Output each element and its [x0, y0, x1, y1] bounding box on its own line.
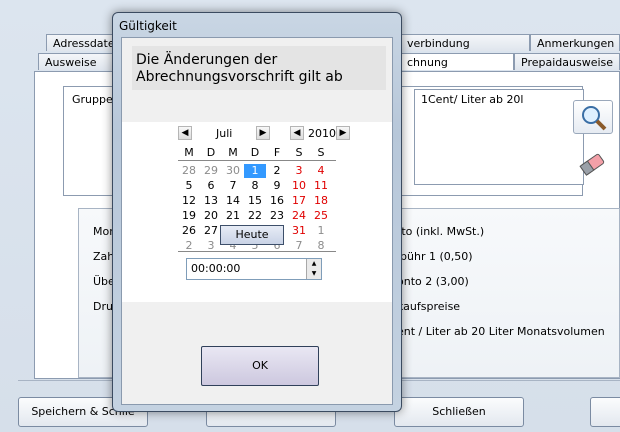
calendar-day[interactable]: 4 [310, 164, 332, 178]
weekday-header: F [273, 146, 281, 159]
calendar-day[interactable]: 17 [288, 194, 310, 208]
list-item[interactable]: 1Cent/ Liter ab 20l [421, 93, 524, 106]
calendar-day[interactable]: 21 [222, 209, 244, 223]
group-label: Gruppe [72, 93, 113, 106]
option-verkaufspreise[interactable]: kaufspreise [397, 300, 460, 313]
rule-listbox[interactable]: 1Cent/ Liter ab 20l [414, 89, 584, 185]
prev-year-button[interactable]: ◀ [290, 126, 304, 140]
calendar-day[interactable]: 10 [288, 179, 310, 193]
prev-month-button[interactable]: ◀ [178, 126, 192, 140]
calendar-day[interactable]: 29 [200, 164, 222, 178]
weekday-header: S [295, 146, 303, 159]
calendar-day[interactable]: 9 [266, 179, 288, 193]
extra-button[interactable] [590, 397, 620, 427]
tab-abrechnung[interactable]: chnung [400, 53, 514, 70]
ok-button[interactable]: OK [201, 346, 319, 386]
time-value: 00:00:00 [191, 262, 241, 275]
weekday-header: D [206, 146, 216, 159]
calendar-day[interactable]: 7 [222, 179, 244, 193]
calendar-day[interactable]: 13 [200, 194, 222, 208]
spin-down-icon[interactable]: ▼ [307, 269, 321, 279]
calendar-day[interactable]: 26 [178, 224, 200, 238]
magnifier-icon [582, 106, 607, 131]
calendar-day[interactable]: 15 [244, 194, 266, 208]
close-button[interactable]: Schließen [394, 397, 524, 427]
spin-up-icon[interactable]: ▲ [307, 259, 321, 269]
calendar-day[interactable]: 6 [200, 179, 222, 193]
eraser-icon [579, 153, 605, 176]
time-spinner[interactable]: ▲ ▼ [306, 259, 321, 279]
dialog-client: Die Änderungen der Abrechnungsvorschrift… [121, 37, 393, 405]
tab-ausweise[interactable]: Ausweise [38, 53, 116, 70]
dialog-title: Gültigkeit [119, 19, 177, 33]
calendar-day[interactable]: 18 [310, 194, 332, 208]
calendar-day[interactable]: 27 [200, 224, 222, 238]
next-month-button[interactable]: ▶ [256, 126, 270, 140]
calendar-header-separator [178, 160, 336, 161]
calendar-day[interactable]: 30 [222, 164, 244, 178]
calendar-day[interactable]: 22 [244, 209, 266, 223]
calendar-day[interactable]: 1 [244, 164, 266, 178]
eraser-button[interactable] [573, 148, 613, 182]
tab-anmerkungen[interactable]: Anmerkungen [530, 34, 620, 51]
calendar-day[interactable]: 12 [178, 194, 200, 208]
calendar-day[interactable]: 23 [266, 209, 288, 223]
option-konto-2[interactable]: onto 2 (3,00) [397, 275, 469, 288]
option-gebuehr-1[interactable]: ıbühr 1 (0,50) [397, 250, 473, 263]
year-label: 2010 [308, 127, 336, 140]
dialog-message: Die Änderungen der Abrechnungsvorschrift… [132, 46, 386, 90]
calendar-day[interactable]: 25 [310, 209, 332, 223]
month-label: Juli [216, 127, 233, 140]
calendar-day[interactable]: 24 [288, 209, 310, 223]
time-input[interactable]: 00:00:00 ▲ ▼ [186, 258, 322, 280]
calendar-day[interactable]: 20 [200, 209, 222, 223]
validity-dialog: Gültigkeit Die Änderungen der Abrechnung… [112, 12, 402, 412]
calendar-day[interactable]: 5 [178, 179, 200, 193]
today-button[interactable]: Heute [220, 225, 284, 245]
calendar-day[interactable]: 16 [266, 194, 288, 208]
weekday-header: S [317, 146, 325, 159]
calendar-day[interactable]: 14 [222, 194, 244, 208]
tab-adressdaten[interactable]: Adressdaten [46, 34, 116, 51]
option-brutto[interactable]: tto (inkl. MwSt.) [397, 225, 484, 238]
calendar-footer-separator [178, 251, 336, 252]
calendar-day[interactable]: 11 [310, 179, 332, 193]
calendar-day[interactable]: 28 [178, 164, 200, 178]
next-year-button[interactable]: ▶ [336, 126, 350, 140]
weekday-header: M [228, 146, 238, 159]
weekday-header: M [184, 146, 194, 159]
weekday-header: D [250, 146, 260, 159]
calendar-day[interactable]: 1 [310, 224, 332, 238]
calendar-day[interactable]: 8 [244, 179, 266, 193]
tab-prepaidausweise[interactable]: Prepaidausweise [514, 53, 620, 70]
calendar-day[interactable]: 19 [178, 209, 200, 223]
calendar-day[interactable]: 3 [288, 164, 310, 178]
tab-bankverbindung[interactable]: verbindung [400, 34, 530, 51]
calendar-day[interactable]: 2 [266, 164, 288, 178]
calendar-day[interactable]: 31 [288, 224, 310, 238]
option-cent-liter[interactable]: ent / Liter ab 20 Liter Monatsvolumen [397, 325, 605, 338]
search-button[interactable] [573, 100, 613, 134]
